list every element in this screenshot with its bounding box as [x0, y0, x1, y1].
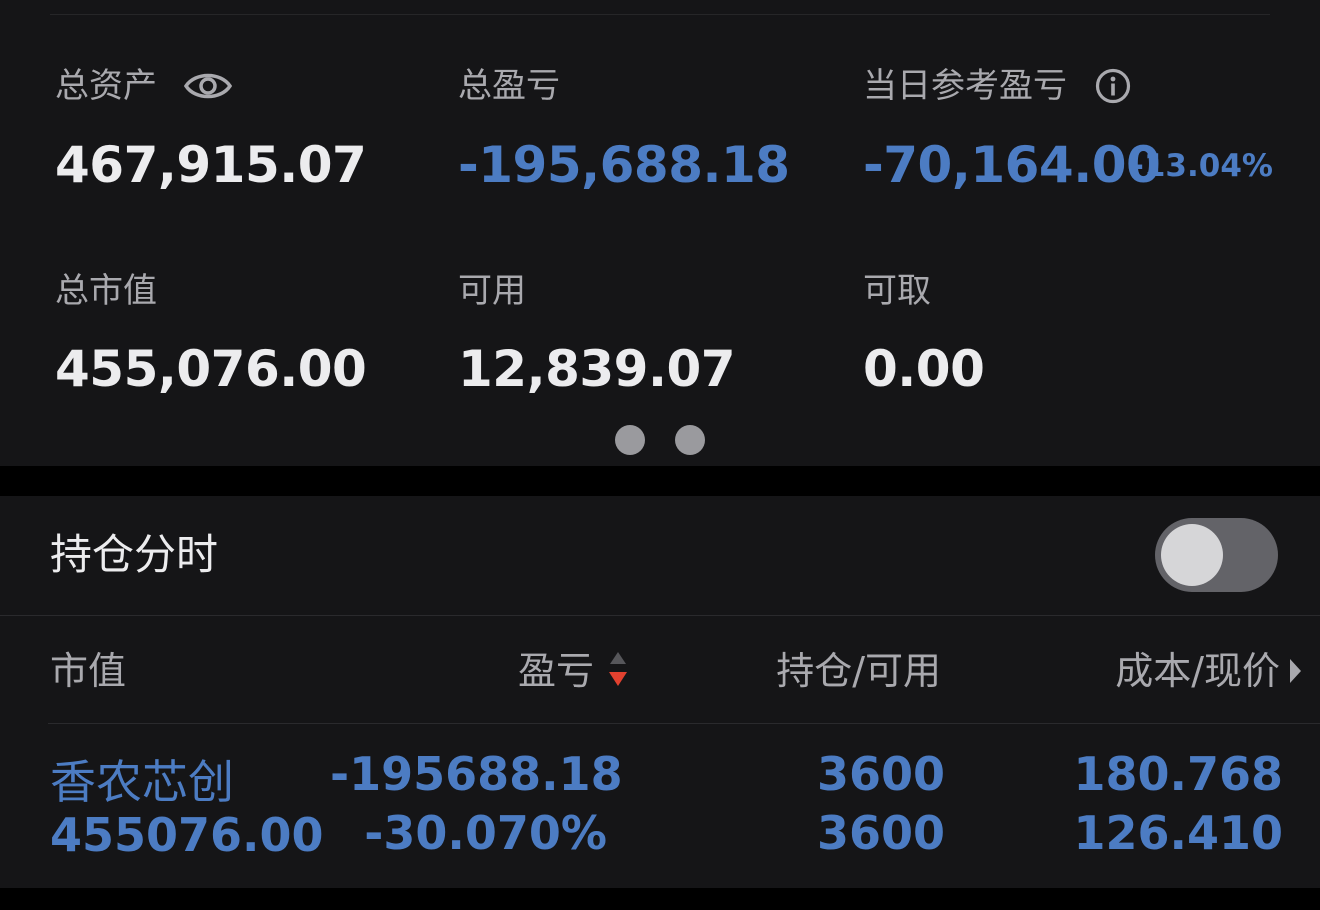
total-pl-value: -195,688.18 — [458, 136, 790, 194]
account-summary-card: 总资产 467,915.07 总盈亏 -195,688.18 当日参考盈亏 -7… — [0, 0, 1320, 466]
info-icon[interactable] — [1095, 68, 1131, 104]
column-header-holding-available[interactable]: 持仓/可用 — [700, 646, 941, 696]
position-timeshare-toggle[interactable] — [1155, 518, 1278, 592]
pager-dot-2[interactable] — [675, 425, 705, 455]
column-header-cost-price[interactable]: 成本/现价 — [1040, 646, 1280, 696]
stock-name: 香农芯创 — [50, 755, 234, 809]
total-assets-value: 467,915.07 — [55, 136, 367, 194]
row-price: 126.410 — [1073, 806, 1283, 860]
row-cost: 180.768 — [1073, 747, 1283, 801]
chevron-right-icon[interactable] — [1290, 659, 1301, 683]
daily-pl-label-row: 当日参考盈亏 — [863, 66, 1131, 106]
row-available: 3600 — [816, 806, 945, 860]
row-pl-percent: -30.070% — [364, 806, 607, 860]
daily-pl-label: 当日参考盈亏 — [863, 66, 1067, 106]
market-value-value: 455,076.00 — [55, 340, 367, 398]
row-market-value: 455076.00 — [50, 808, 324, 862]
daily-pl-value: -70,164.00 — [863, 136, 1161, 194]
column-header-market-value[interactable]: 市值 — [50, 646, 126, 696]
withdrawable-value: 0.00 — [863, 340, 985, 398]
available-label: 可用 — [458, 271, 526, 311]
toggle-knob — [1161, 524, 1223, 586]
positions-card: 持仓分时 市值 盈亏 持仓/可用 成本/现价 香农芯创 455076.00 -1… — [0, 496, 1320, 888]
market-value-label: 总市值 — [55, 271, 157, 311]
total-pl-label: 总盈亏 — [458, 66, 560, 106]
sort-icon[interactable] — [606, 650, 630, 694]
withdrawable-label: 可取 — [863, 271, 931, 311]
positions-section-title: 持仓分时 — [50, 530, 219, 579]
total-assets-label: 总资产 — [55, 66, 157, 106]
available-value: 12,839.07 — [458, 340, 736, 398]
column-header-pl[interactable]: 盈亏 — [430, 646, 594, 696]
daily-pl-percent: -13.04% — [1131, 148, 1273, 184]
eye-icon[interactable] — [183, 68, 233, 104]
pager-dot-1[interactable] — [615, 425, 645, 455]
row-pl-value: -195688.18 — [330, 747, 623, 801]
section-divider — [0, 615, 1320, 616]
total-assets-label-row: 总资产 — [55, 66, 233, 106]
row-holding: 3600 — [816, 747, 945, 801]
header-divider — [48, 723, 1320, 724]
top-divider — [50, 14, 1270, 15]
